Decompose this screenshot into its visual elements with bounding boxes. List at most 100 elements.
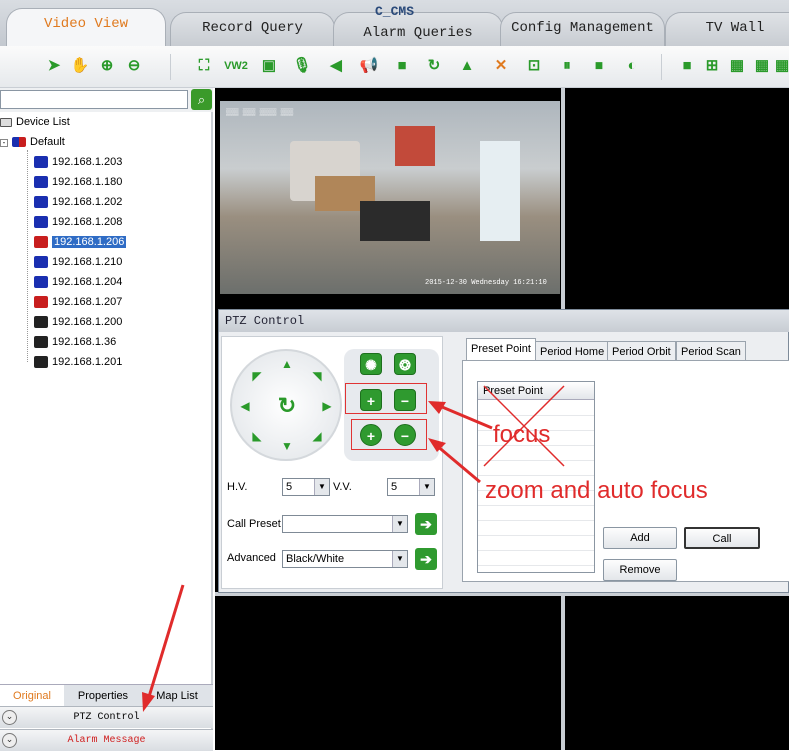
layout-4-icon[interactable]: ⊞ [702, 56, 722, 76]
advanced-go-button[interactable]: ➔ [415, 548, 437, 570]
hv-value: 5 [286, 481, 293, 493]
search-icon[interactable]: ⌕ [191, 89, 212, 110]
tab-label: TV Wall [705, 20, 765, 36]
accordion-ptz-control[interactable]: ⌄ PTZ Control [0, 706, 213, 728]
device-item[interactable]: 192.168.1.207 [34, 293, 122, 311]
app-title: C_CMS [374, 4, 414, 19]
tab-preset-point[interactable]: Preset Point [466, 338, 536, 361]
list-item[interactable] [478, 521, 594, 536]
iris-open-icon[interactable]: ✺ [360, 353, 382, 375]
layout-16-icon[interactable]: ▦ [752, 56, 772, 76]
device-item[interactable]: 192.168.1.36 [34, 333, 116, 351]
camera-icon [34, 276, 48, 289]
vw2-icon[interactable]: VW2 [222, 56, 250, 76]
record-icon[interactable]: ■ [392, 56, 412, 76]
video-feed[interactable]: ▒▒▒ ▒▒▒ ▒▒▒▒ ▒▒▒ 2015-12-30 Wednesday 16… [220, 101, 560, 294]
device-item[interactable]: 192.168.1.206 [34, 233, 127, 251]
refresh-icon[interactable]: ↻ [424, 56, 444, 76]
hv-select[interactable]: 5 ▼ [282, 478, 330, 496]
microphone-icon[interactable]: 🎙 [292, 56, 312, 76]
arrow-down-icon[interactable]: ▼ [280, 439, 294, 453]
tab-properties[interactable]: Properties [68, 685, 138, 707]
pointer-icon[interactable]: ➤ [44, 56, 64, 76]
image-icon[interactable]: ▣ [259, 56, 279, 76]
hand-icon[interactable]: ✋ [70, 56, 90, 76]
device-ip: 192.168.1.210 [52, 256, 123, 268]
chevron-down-icon: ▼ [392, 516, 407, 532]
arrow-up-right-icon[interactable]: ◥ [310, 369, 324, 383]
call-preset-go-button[interactable]: ➔ [415, 513, 437, 535]
device-item[interactable]: 192.168.1.202 [34, 193, 122, 211]
call-button[interactable]: Call [684, 527, 760, 549]
device-item[interactable]: 192.168.1.180 [34, 173, 122, 191]
device-ip: 192.168.1.203 [52, 156, 123, 168]
device-item[interactable]: 192.168.1.203 [34, 153, 122, 171]
arrow-left-icon[interactable]: ◀ [238, 399, 252, 413]
osd-timestamp: 2015-12-30 Wednesday 16:21:10 [425, 279, 547, 287]
accordion-label: PTZ Control [73, 712, 140, 723]
focus-highlight [345, 383, 427, 414]
device-item[interactable]: 192.168.1.204 [34, 273, 122, 291]
pause-icon[interactable]: ⏸ [557, 56, 577, 76]
device-item[interactable]: 192.168.1.210 [34, 253, 122, 271]
shrink-icon[interactable]: ✕ [491, 56, 511, 76]
list-item[interactable] [478, 536, 594, 551]
device-ip: 192.168.1.208 [52, 216, 123, 228]
device-ip: 192.168.1.201 [52, 356, 123, 368]
tab-period-scan[interactable]: Period Scan [676, 341, 746, 361]
layout-1-icon[interactable]: ■ [677, 56, 697, 76]
add-button[interactable]: Add [603, 527, 677, 549]
tab-period-orbit[interactable]: Period Orbit [607, 341, 676, 361]
camera-icon [34, 236, 48, 249]
stop-icon[interactable]: ⏹ [589, 56, 609, 76]
broadcast-icon[interactable]: 📢 [359, 56, 379, 76]
arrow-down-left-icon[interactable]: ◣ [250, 429, 264, 443]
tree-group[interactable]: - Default [0, 133, 65, 151]
device-item[interactable]: 192.168.1.201 [34, 353, 122, 371]
auto-rotate-icon[interactable]: ↻ [274, 393, 300, 419]
ptz-right-panel: Preset Point Period Home Period Orbit Pe… [462, 336, 789, 589]
tab-original[interactable]: Original [0, 685, 64, 707]
layout-9-icon[interactable]: ▦ [727, 56, 747, 76]
tree-connector [27, 150, 28, 362]
advanced-select[interactable]: Black/White ▼ [282, 550, 408, 568]
search-input[interactable] [0, 90, 188, 109]
list-item[interactable] [478, 506, 594, 521]
zoom-in-icon[interactable]: ⊕ [97, 56, 117, 76]
camera-icon [34, 336, 48, 349]
iris-close-icon[interactable]: ❂ [394, 353, 416, 375]
vv-value: 5 [391, 481, 398, 493]
device-item[interactable]: 192.168.1.208 [34, 213, 122, 231]
camera-icon [34, 256, 48, 269]
layout-more-icon[interactable]: ▦ [775, 56, 789, 76]
call-preset-select[interactable]: ▼ [282, 515, 408, 533]
tab-period-home[interactable]: Period Home [535, 341, 610, 361]
room-desk [360, 201, 430, 241]
close-circle-icon[interactable]: ◐ [622, 56, 642, 76]
arrow-up-icon[interactable]: ▲ [280, 357, 294, 371]
vv-select[interactable]: 5 ▼ [387, 478, 435, 496]
device-item[interactable]: 192.168.1.200 [34, 313, 122, 331]
device-ip: 192.168.1.200 [52, 316, 123, 328]
tree-root[interactable]: Device List [0, 113, 70, 131]
ptz-title: PTZ Control [219, 310, 789, 332]
zoom-out-icon[interactable]: ⊖ [124, 56, 144, 76]
collapse-icon[interactable]: - [0, 139, 8, 147]
fullscreen-icon[interactable]: ⛶ [194, 56, 214, 76]
accordion-alarm-message[interactable]: ⌄ Alarm Message [0, 729, 213, 751]
list-item[interactable] [478, 551, 594, 566]
hv-label: H.V. [227, 481, 248, 493]
camera-icon [34, 156, 48, 169]
arrow-down-right-icon[interactable]: ◢ [310, 429, 324, 443]
remove-button[interactable]: Remove [603, 559, 677, 581]
speaker-icon[interactable]: ◀ [326, 56, 346, 76]
direction-pad: ▲ ▼ ◀ ▶ ◤ ◥ ◣ ◢ ↻ [230, 349, 342, 461]
lock-icon[interactable]: ⊡ [524, 56, 544, 76]
vv-label: V.V. [333, 481, 352, 493]
zoom-highlight [351, 419, 427, 450]
room-door [480, 141, 520, 241]
arrow-right-icon[interactable]: ▶ [320, 399, 334, 413]
alarm-bell-icon[interactable]: ▲ [457, 56, 477, 76]
tab-map-list[interactable]: Map List [142, 685, 212, 707]
arrow-up-left-icon[interactable]: ◤ [250, 369, 264, 383]
